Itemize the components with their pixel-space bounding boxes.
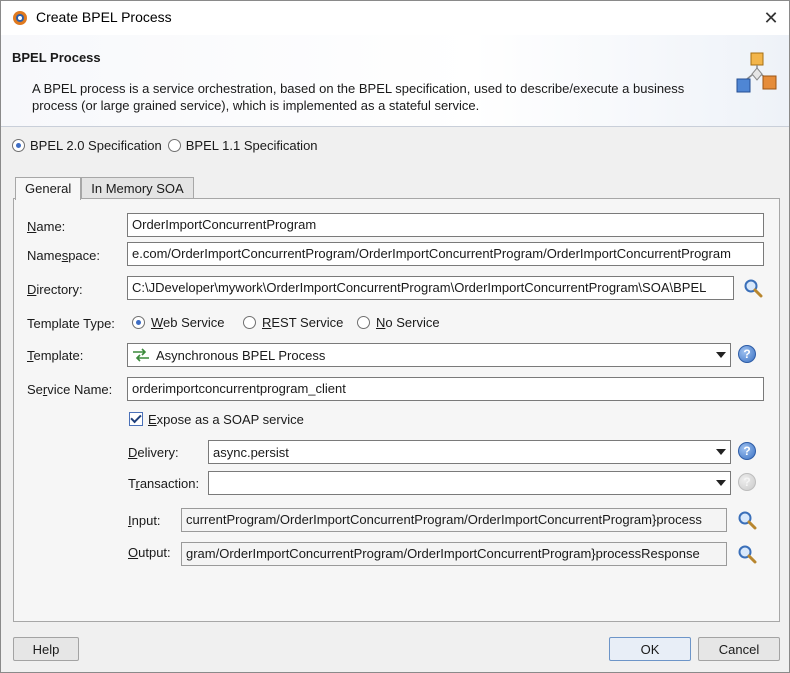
radio-bpel-11[interactable]: BPEL 1.1 Specification <box>167 138 318 153</box>
directory-input[interactable]: C:\JDeveloper\mywork\OrderImportConcurre… <box>127 276 734 300</box>
banner-description: A BPEL process is a service orchestratio… <box>32 81 685 113</box>
delivery-dropdown-arrow-icon[interactable] <box>716 449 726 455</box>
name-label-mnemonic: N <box>27 219 37 234</box>
namespace-input[interactable]: e.com/OrderImportConcurrentProgram/Order… <box>127 242 764 266</box>
close-button[interactable]: ✕ <box>753 3 789 33</box>
template-type-label: Template Type: <box>27 316 115 331</box>
expose-label-mnemonic: E <box>148 412 157 427</box>
input-label-post: nput: <box>131 513 161 528</box>
browse-input-search-icon[interactable] <box>737 510 757 530</box>
template-select[interactable]: Asynchronous BPEL Process <box>127 343 731 367</box>
tab-bar: General In Memory SOA <box>15 177 194 200</box>
rest-service-label-mnemonic: R <box>262 315 272 330</box>
output-label-post: utput: <box>138 545 171 560</box>
delivery-label-mnemonic: D <box>128 445 138 460</box>
template-dropdown-arrow-icon[interactable] <box>716 352 726 358</box>
ok-button[interactable]: OK <box>609 637 691 661</box>
template-label-post: emplate: <box>33 348 84 363</box>
radio-bpel-20-label: BPEL 2.0 Specification <box>30 138 162 153</box>
close-icon: ✕ <box>763 7 779 28</box>
transaction-select[interactable] <box>208 471 731 495</box>
delivery-select[interactable]: async.persist <box>208 440 731 464</box>
transaction-label-post: ansaction: <box>139 476 200 491</box>
help-button[interactable]: Help <box>13 637 79 661</box>
namespace-label: Namespace: <box>27 248 100 263</box>
tab-general[interactable]: General <box>15 177 82 200</box>
jdeveloper-icon <box>13 11 27 25</box>
output-message-field[interactable]: gram/OrderImportConcurrentProgram/OrderI… <box>181 542 727 566</box>
template-selected-value: Asynchronous BPEL Process <box>156 347 326 363</box>
expose-soap-checkbox[interactable] <box>129 412 143 426</box>
radio-no-service[interactable]: No Service <box>357 315 440 330</box>
name-label: Name: <box>27 219 65 234</box>
spec-radio-group: BPEL 2.0 Specification BPEL 1.1 Specific… <box>12 138 324 153</box>
expose-label-post: xpose as a SOAP service <box>156 412 304 427</box>
banner-title: BPEL Process <box>12 50 101 65</box>
no-service-label-mnemonic: N <box>376 315 386 330</box>
name-input[interactable]: OrderImportConcurrentProgram <box>127 213 764 237</box>
bpel-process-icon <box>736 52 777 93</box>
async-process-icon <box>133 348 149 362</box>
radio-bpel-20[interactable]: BPEL 2.0 Specification <box>12 138 162 153</box>
radio-rest-service-label: REST Service <box>262 315 343 330</box>
radio-rest-service-indicator[interactable] <box>243 316 256 329</box>
directory-label-post: irectory: <box>36 282 83 297</box>
namespace-label-post: pace: <box>68 248 100 263</box>
output-label: Output: <box>128 545 171 560</box>
radio-bpel-11-label: BPEL 1.1 Specification <box>185 138 318 153</box>
name-label-post: ame: <box>36 219 66 234</box>
directory-label-mnemonic: D <box>27 282 37 297</box>
input-message-field[interactable]: currentProgram/OrderImportConcurrentProg… <box>181 508 727 532</box>
rest-service-label-post: EST Service <box>271 315 344 330</box>
delivery-selected-value: async.persist <box>213 444 289 460</box>
transaction-help-icon: ? <box>738 473 756 491</box>
service-name-label-post: vice Name: <box>47 382 113 397</box>
radio-web-service[interactable]: Web Service <box>132 315 224 330</box>
title-bar: Create BPEL Process ✕ <box>1 1 789 35</box>
input-label: Input: <box>128 513 161 528</box>
service-name-label: Service Name: <box>27 382 112 397</box>
browse-directory-search-icon[interactable] <box>743 278 763 298</box>
web-service-label-mnemonic: W <box>151 315 164 330</box>
transaction-dropdown-arrow-icon[interactable] <box>716 480 726 486</box>
header-banner: BPEL Process A BPEL process is a service… <box>1 35 789 127</box>
window-title: Create BPEL Process <box>36 9 172 25</box>
tab-in-memory-soa[interactable]: In Memory SOA <box>81 177 194 199</box>
namespace-label-pre: Name <box>27 248 62 263</box>
radio-rest-service[interactable]: REST Service <box>243 315 343 330</box>
radio-bpel-11-indicator[interactable] <box>167 139 181 152</box>
expose-soap-label: Expose as a SOAP service <box>148 412 304 427</box>
delivery-help-icon[interactable]: ? <box>738 442 756 460</box>
radio-bpel-20-indicator[interactable] <box>12 139 25 152</box>
output-label-mnemonic: O <box>128 545 139 560</box>
delivery-label: Delivery: <box>128 445 179 460</box>
service-name-label-pre: Se <box>27 382 43 397</box>
radio-web-service-indicator[interactable] <box>132 316 145 329</box>
template-label: Template: <box>27 348 83 363</box>
service-name-input[interactable]: orderimportconcurrentprogram_client <box>127 377 764 401</box>
radio-no-service-label: No Service <box>376 315 440 330</box>
web-service-label-post: eb Service <box>163 315 225 330</box>
radio-no-service-indicator[interactable] <box>357 316 370 329</box>
radio-web-service-label: Web Service <box>151 315 224 330</box>
browse-output-search-icon[interactable] <box>737 544 757 564</box>
delivery-label-post: elivery: <box>137 445 179 460</box>
template-help-icon[interactable]: ? <box>738 345 756 363</box>
no-service-label-post: o Service <box>385 315 440 330</box>
directory-label: Directory: <box>27 282 83 297</box>
transaction-label: Transaction: <box>128 476 199 491</box>
cancel-button[interactable]: Cancel <box>698 637 780 661</box>
dialog-window: Create BPEL Process ✕ BPEL Process A BPE… <box>0 0 790 673</box>
